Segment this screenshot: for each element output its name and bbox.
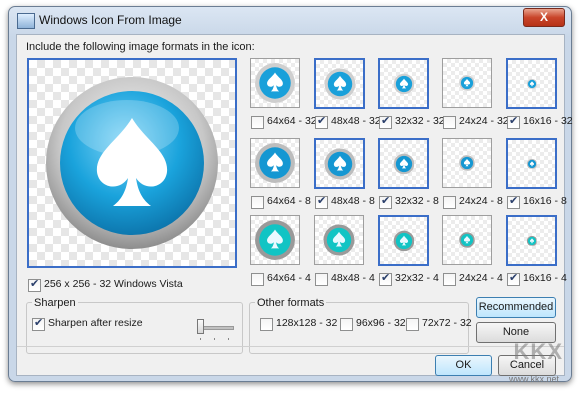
- icon-preview-24x24-32[interactable]: [442, 58, 492, 108]
- spade-icon: [526, 235, 537, 246]
- watermark-url: www.kkx.net: [508, 374, 559, 384]
- formats-header-label: Include the following image formats in t…: [26, 41, 255, 53]
- spade-icon: [324, 148, 355, 179]
- format-label: 16x16 - 32: [523, 115, 573, 127]
- format-label: 16x16 - 4: [523, 272, 567, 284]
- icon-preview-24x24-4[interactable]: [442, 215, 492, 265]
- format-checkbox[interactable]: [251, 116, 264, 129]
- other-format-checkbox[interactable]: [406, 318, 419, 331]
- icon-preview-16x16-8[interactable]: [506, 138, 557, 189]
- format-checkbox[interactable]: [315, 273, 328, 286]
- format-checkbox[interactable]: [443, 196, 456, 209]
- main-size-label: 256 x 256 - 32: [44, 278, 112, 290]
- format-label: 64x64 - 4: [267, 272, 311, 284]
- format-label: 32x32 - 32: [395, 115, 445, 127]
- format-label: 48x48 - 8: [331, 195, 375, 207]
- recommended-button[interactable]: Recommended: [476, 297, 556, 318]
- format-checkbox[interactable]: [443, 273, 456, 286]
- icon-preview-32x32-32[interactable]: [378, 58, 429, 109]
- other-format-label: 72x72 - 32: [422, 317, 472, 329]
- format-label: 32x32 - 8: [395, 195, 439, 207]
- icon-preview-24x24-8[interactable]: [442, 138, 492, 188]
- icon-preview-32x32-4[interactable]: [378, 215, 429, 266]
- slider-tick: [214, 338, 215, 340]
- format-label: 64x64 - 32: [267, 115, 317, 127]
- format-label: 16x16 - 8: [523, 195, 567, 207]
- format-label: 24x24 - 32: [459, 115, 509, 127]
- ok-button[interactable]: OK: [435, 355, 492, 376]
- format-checkbox[interactable]: [379, 194, 392, 209]
- spade-icon: [393, 153, 414, 174]
- other-formats-group-label: Other formats: [255, 297, 327, 309]
- other-format-label: 128x128 - 32: [276, 317, 338, 329]
- format-checkbox[interactable]: [507, 271, 520, 286]
- format-label: 64x64 - 8: [267, 195, 311, 207]
- sharpen-checkbox-label: Sharpen after resize: [48, 317, 143, 329]
- format-checkbox[interactable]: [315, 114, 328, 129]
- format-checkbox[interactable]: [315, 194, 328, 209]
- app-icon: [17, 13, 35, 29]
- icon-preview-48x48-8[interactable]: [314, 138, 365, 189]
- format-checkbox[interactable]: [507, 194, 520, 209]
- format-checkbox[interactable]: [379, 114, 392, 129]
- format-checkbox[interactable]: [251, 273, 264, 286]
- format-checkbox[interactable]: [379, 271, 392, 286]
- sharpen-slider-thumb[interactable]: [197, 319, 204, 334]
- format-label: 48x48 - 32: [331, 115, 381, 127]
- title-bar[interactable]: Windows Icon From Image X: [9, 7, 571, 33]
- spade-icon: [255, 220, 295, 260]
- dialog-body: Include the following image formats in t…: [16, 34, 573, 376]
- slider-tick: [228, 338, 229, 340]
- spade-icon: [324, 68, 355, 99]
- main-size-checkbox[interactable]: [28, 277, 41, 292]
- icon-preview-16x16-32[interactable]: [506, 58, 557, 109]
- format-checkbox[interactable]: [507, 114, 520, 129]
- icon-preview-48x48-4[interactable]: [314, 215, 364, 265]
- format-checkbox[interactable]: [251, 196, 264, 209]
- spade-icon: [46, 77, 218, 249]
- icon-preview-64x64-8[interactable]: [250, 138, 300, 188]
- spade-icon: [459, 155, 475, 171]
- spade-icon: [526, 158, 537, 169]
- spade-icon: [459, 75, 475, 91]
- spade-icon: [323, 224, 355, 256]
- icon-preview-16x16-4[interactable]: [506, 215, 557, 266]
- other-format-label: 96x96 - 32: [356, 317, 406, 329]
- spade-icon: [255, 143, 295, 183]
- sharpen-checkbox[interactable]: [32, 316, 45, 331]
- spade-icon: [526, 78, 537, 89]
- other-format-checkbox[interactable]: [340, 318, 353, 331]
- icon-preview-64x64-4[interactable]: [250, 215, 300, 265]
- footer-divider: [17, 346, 564, 347]
- icon-preview-48x48-32[interactable]: [314, 58, 365, 109]
- slider-tick: [200, 338, 201, 340]
- close-button[interactable]: X: [523, 8, 565, 27]
- icon-preview-32x32-8[interactable]: [378, 138, 429, 189]
- spade-icon: [393, 73, 414, 94]
- format-label: 24x24 - 4: [459, 272, 503, 284]
- format-checkbox[interactable]: [443, 116, 456, 129]
- main-os-label: Windows Vista: [114, 278, 183, 290]
- spade-icon: [393, 230, 414, 251]
- window-title: Windows Icon From Image: [39, 13, 182, 27]
- format-label: 32x32 - 4: [395, 272, 439, 284]
- spade-icon: [255, 63, 295, 103]
- other-format-checkbox[interactable]: [260, 318, 273, 331]
- preview-256[interactable]: [27, 58, 237, 268]
- icon-preview-64x64-32[interactable]: [250, 58, 300, 108]
- format-label: 48x48 - 4: [331, 272, 375, 284]
- sharpen-group-label: Sharpen: [32, 297, 78, 309]
- watermark-logo: KKX: [513, 339, 563, 364]
- dialog-window: Windows Icon From Image X Include the fo…: [8, 6, 573, 382]
- spade-icon: [459, 232, 475, 248]
- format-label: 24x24 - 8: [459, 195, 503, 207]
